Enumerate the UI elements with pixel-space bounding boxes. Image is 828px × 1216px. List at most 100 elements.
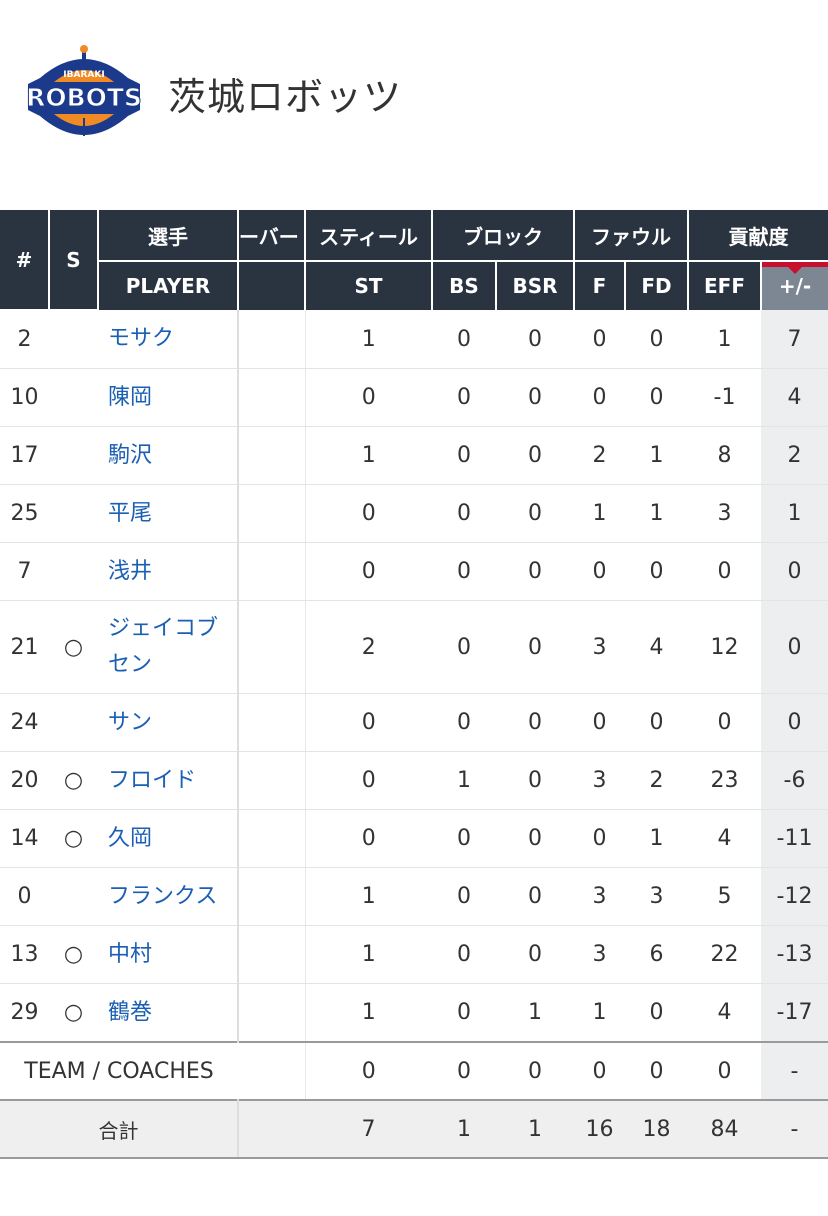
- foul-cell: 3: [574, 867, 625, 926]
- table-row: 13 ○ 中村 1 0 0 3 6 22 -13: [0, 925, 828, 984]
- turnover-cell: [238, 809, 306, 868]
- player-name-link[interactable]: 鶴巻: [98, 983, 239, 1043]
- player-name-link[interactable]: モサク: [98, 310, 239, 369]
- header-steal[interactable]: ST: [305, 261, 433, 310]
- foul-drawn-cell: 0: [625, 693, 688, 752]
- turnover-cell: [238, 368, 306, 427]
- header-foul-drawn[interactable]: FD: [625, 261, 689, 310]
- foul-drawn-cell: 0: [625, 542, 688, 601]
- block-received-cell: 1: [496, 1099, 574, 1159]
- plus-minus-cell: 1: [761, 484, 828, 543]
- turnover-cell: [238, 867, 306, 926]
- plus-minus-cell: 7: [761, 310, 828, 369]
- header-plus-minus-sorted[interactable]: +/-: [761, 261, 828, 310]
- steal-cell: 0: [305, 751, 432, 810]
- table-row: 7 浅井 0 0 0 0 0 0 0: [0, 542, 828, 601]
- foul-drawn-cell: 3: [625, 867, 688, 926]
- foul-cell: 0: [574, 693, 625, 752]
- block-received-cell: 0: [496, 310, 574, 369]
- block-cell: 1: [432, 751, 496, 810]
- table-row: 0 フランクス 1 0 0 3 3 5 -12: [0, 867, 828, 926]
- foul-cell: 2: [574, 426, 625, 485]
- header-block[interactable]: BS: [432, 261, 497, 310]
- header-block-group: ブロック: [432, 210, 575, 262]
- table-row: 14 ○ 久岡 0 0 0 0 1 4 -11: [0, 809, 828, 868]
- steal-cell: 0: [305, 368, 432, 427]
- player-name-link[interactable]: ジェイコブセン: [98, 600, 239, 694]
- player-name-link[interactable]: 陳岡: [98, 368, 239, 427]
- foul-drawn-cell: 0: [625, 983, 688, 1043]
- foul-drawn-cell: 4: [625, 600, 688, 694]
- steal-cell: 0: [305, 693, 432, 752]
- efficiency-cell: 12: [688, 600, 761, 694]
- foul-cell: 0: [574, 1041, 625, 1101]
- table-row: 24 サン 0 0 0 0 0 0 0: [0, 693, 828, 752]
- block-received-cell: 0: [496, 809, 574, 868]
- table-row: 20 ○ フロイド 0 1 0 3 2 23 -6: [0, 751, 828, 810]
- header-player[interactable]: PLAYER: [98, 261, 239, 310]
- foul-drawn-cell: 6: [625, 925, 688, 984]
- turnover-cell: [238, 426, 306, 485]
- efficiency-cell: 84: [688, 1099, 761, 1159]
- header-turnover-group: ーバー: [238, 210, 306, 262]
- starter-mark: [49, 368, 98, 427]
- header-foul[interactable]: F: [574, 261, 626, 310]
- team-coaches-row: TEAM / COACHES 0 0 0 0 0 0 -: [0, 1041, 828, 1101]
- plus-minus-cell: 4: [761, 368, 828, 427]
- player-number: 24: [0, 693, 49, 752]
- plus-minus-cell: 2: [761, 426, 828, 485]
- player-name-link[interactable]: フランクス: [98, 867, 239, 926]
- efficiency-cell: 3: [688, 484, 761, 543]
- plus-minus-cell: -: [761, 1041, 828, 1101]
- block-received-cell: 0: [496, 925, 574, 984]
- block-cell: 0: [432, 1041, 496, 1101]
- turnover-cell: [238, 983, 306, 1043]
- steal-cell: 7: [305, 1099, 432, 1159]
- player-name-link[interactable]: 久岡: [98, 809, 239, 868]
- block-cell: 0: [432, 867, 496, 926]
- foul-cell: 0: [574, 310, 625, 369]
- table-row: 25 平尾 0 0 0 1 1 3 1: [0, 484, 828, 543]
- header-efficiency[interactable]: EFF: [688, 261, 762, 310]
- table-row: 17 駒沢 1 0 0 2 1 8 2: [0, 426, 828, 485]
- plus-minus-cell: 0: [761, 542, 828, 601]
- team-header: IBARAKI ROBOTS 茨城ロボッツ: [0, 0, 828, 190]
- foul-cell: 0: [574, 368, 625, 427]
- logo-main-text: ROBOTS: [26, 83, 142, 112]
- steal-cell: 1: [305, 925, 432, 984]
- turnover-cell: [238, 600, 306, 694]
- starter-mark: ○: [49, 809, 98, 868]
- header-block-received[interactable]: BSR: [496, 261, 575, 310]
- plus-minus-cell: -13: [761, 925, 828, 984]
- player-number: 0: [0, 867, 49, 926]
- foul-cell: 16: [574, 1099, 625, 1159]
- table-row: 21 ○ ジェイコブセン 2 0 0 3 4 12 0: [0, 600, 828, 694]
- player-number: 21: [0, 600, 49, 694]
- efficiency-cell: 1: [688, 310, 761, 369]
- foul-cell: 1: [574, 983, 625, 1043]
- block-received-cell: 0: [496, 693, 574, 752]
- steal-cell: 1: [305, 867, 432, 926]
- efficiency-cell: 23: [688, 751, 761, 810]
- player-name-link[interactable]: 中村: [98, 925, 239, 984]
- player-name-link[interactable]: 浅井: [98, 542, 239, 601]
- steal-cell: 0: [305, 1041, 432, 1101]
- player-name-link[interactable]: サン: [98, 693, 239, 752]
- player-number: 20: [0, 751, 49, 810]
- player-number: 29: [0, 983, 49, 1043]
- player-name-link[interactable]: 平尾: [98, 484, 239, 543]
- header-turnover[interactable]: [238, 261, 306, 310]
- foul-cell: 1: [574, 484, 625, 543]
- player-name-link[interactable]: フロイド: [98, 751, 239, 810]
- plus-minus-cell: -12: [761, 867, 828, 926]
- team-coaches-label: TEAM / COACHES: [0, 1041, 238, 1101]
- block-cell: 0: [432, 809, 496, 868]
- header-starter: S: [49, 210, 99, 311]
- header-number: #: [0, 210, 50, 311]
- starter-mark: [49, 484, 98, 543]
- steal-cell: 2: [305, 600, 432, 694]
- block-received-cell: 0: [496, 751, 574, 810]
- player-name-link[interactable]: 駒沢: [98, 426, 239, 485]
- foul-cell: 3: [574, 600, 625, 694]
- block-cell: 0: [432, 600, 496, 694]
